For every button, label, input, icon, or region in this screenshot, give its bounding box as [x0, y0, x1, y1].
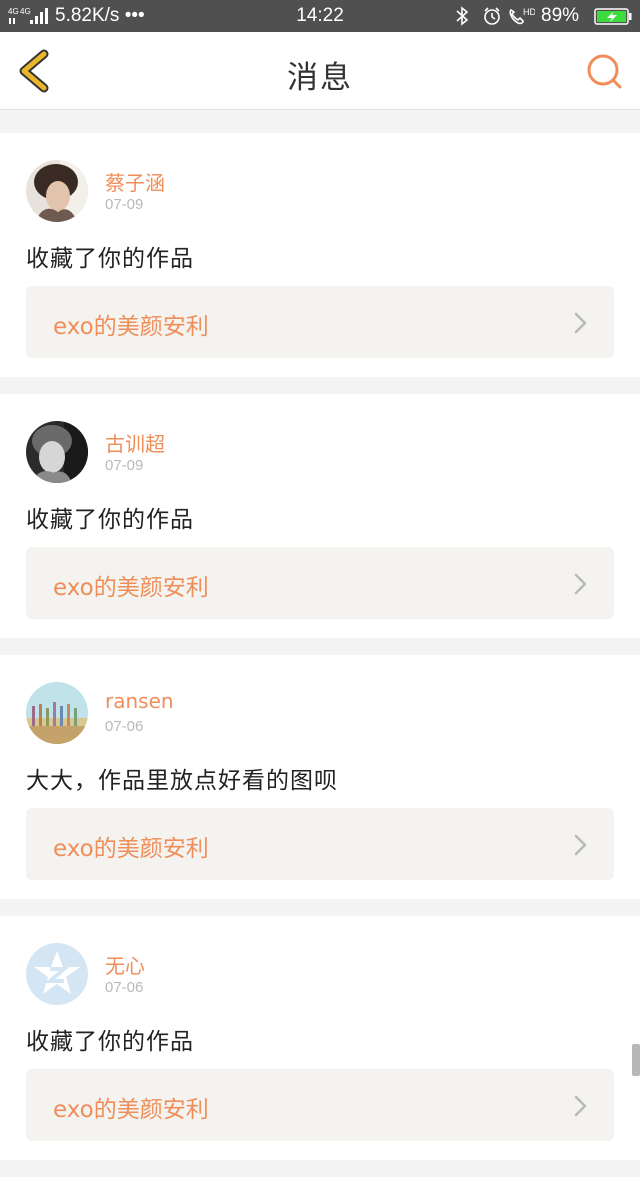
- message-card: 古训超 07-09 收藏了你的作品 exo的美颜安利: [0, 394, 640, 638]
- phone-hd-icon: [509, 8, 524, 25]
- user-name[interactable]: 蔡子涵: [105, 167, 165, 196]
- message-date: 07-09: [105, 196, 144, 213]
- message-date: 07-06: [105, 979, 144, 996]
- avatar-photo-icon: [26, 421, 88, 483]
- user-name[interactable]: ransen: [105, 689, 174, 713]
- bluetooth-icon: [456, 6, 469, 26]
- message-date: 07-06: [105, 718, 144, 735]
- message-text: 收藏了你的作品: [26, 507, 194, 533]
- avatar[interactable]: [26, 943, 88, 1005]
- work-title: exo的美颜安利: [53, 836, 209, 862]
- message-list: 蔡子涵 07-09 收藏了你的作品 exo的美颜安利 古训超 07-09 收藏了…: [0, 133, 640, 1177]
- user-name[interactable]: 古训超: [105, 428, 165, 457]
- svg-text:HD: HD: [523, 7, 535, 17]
- user-name[interactable]: 无心: [105, 950, 145, 979]
- work-link[interactable]: exo的美颜安利: [26, 286, 614, 358]
- avatar[interactable]: [26, 682, 88, 744]
- work-link[interactable]: exo的美颜安利: [26, 1069, 614, 1141]
- work-title: exo的美颜安利: [53, 1097, 209, 1123]
- message-text: 收藏了你的作品: [26, 246, 194, 272]
- message-card: 无心 07-06 收藏了你的作品 exo的美颜安利: [0, 916, 640, 1160]
- message-date: 07-09: [105, 457, 144, 474]
- system-icons: HD: [456, 6, 535, 26]
- header: 消息: [0, 32, 640, 110]
- message-card: 蔡子涵 07-09 收藏了你的作品 exo的美颜安利: [0, 133, 640, 377]
- avatar-photo-icon: [26, 682, 88, 744]
- alarm-icon: [484, 7, 500, 25]
- search-icon[interactable]: [584, 52, 624, 92]
- work-link[interactable]: exo的美颜安利: [26, 547, 614, 619]
- work-title: exo的美颜安利: [53, 314, 209, 340]
- scrollbar[interactable]: [632, 1044, 640, 1076]
- work-title: exo的美颜安利: [53, 575, 209, 601]
- work-link[interactable]: exo的美颜安利: [26, 808, 614, 880]
- battery-percent: 89%: [541, 5, 580, 26]
- avatar[interactable]: [26, 160, 88, 222]
- chevron-right-icon: [574, 573, 587, 595]
- avatar-photo-icon: [26, 160, 88, 222]
- message-text: 收藏了你的作品: [26, 1029, 194, 1055]
- avatar[interactable]: [26, 421, 88, 483]
- status-bar: 4G 4G 5.82K/s ••• 14:22 HD 89%: [0, 0, 640, 32]
- battery-charging-icon: [594, 8, 632, 25]
- message-text: 大大，作品里放点好看的图呗: [26, 768, 338, 794]
- chevron-right-icon: [574, 1095, 587, 1117]
- message-card: ransen 07-06 大大，作品里放点好看的图呗 exo的美颜安利: [0, 655, 640, 899]
- page-title: 消息: [287, 60, 353, 96]
- default-avatar-icon: [26, 943, 88, 1005]
- chevron-right-icon: [574, 312, 587, 334]
- chevron-right-icon: [574, 834, 587, 856]
